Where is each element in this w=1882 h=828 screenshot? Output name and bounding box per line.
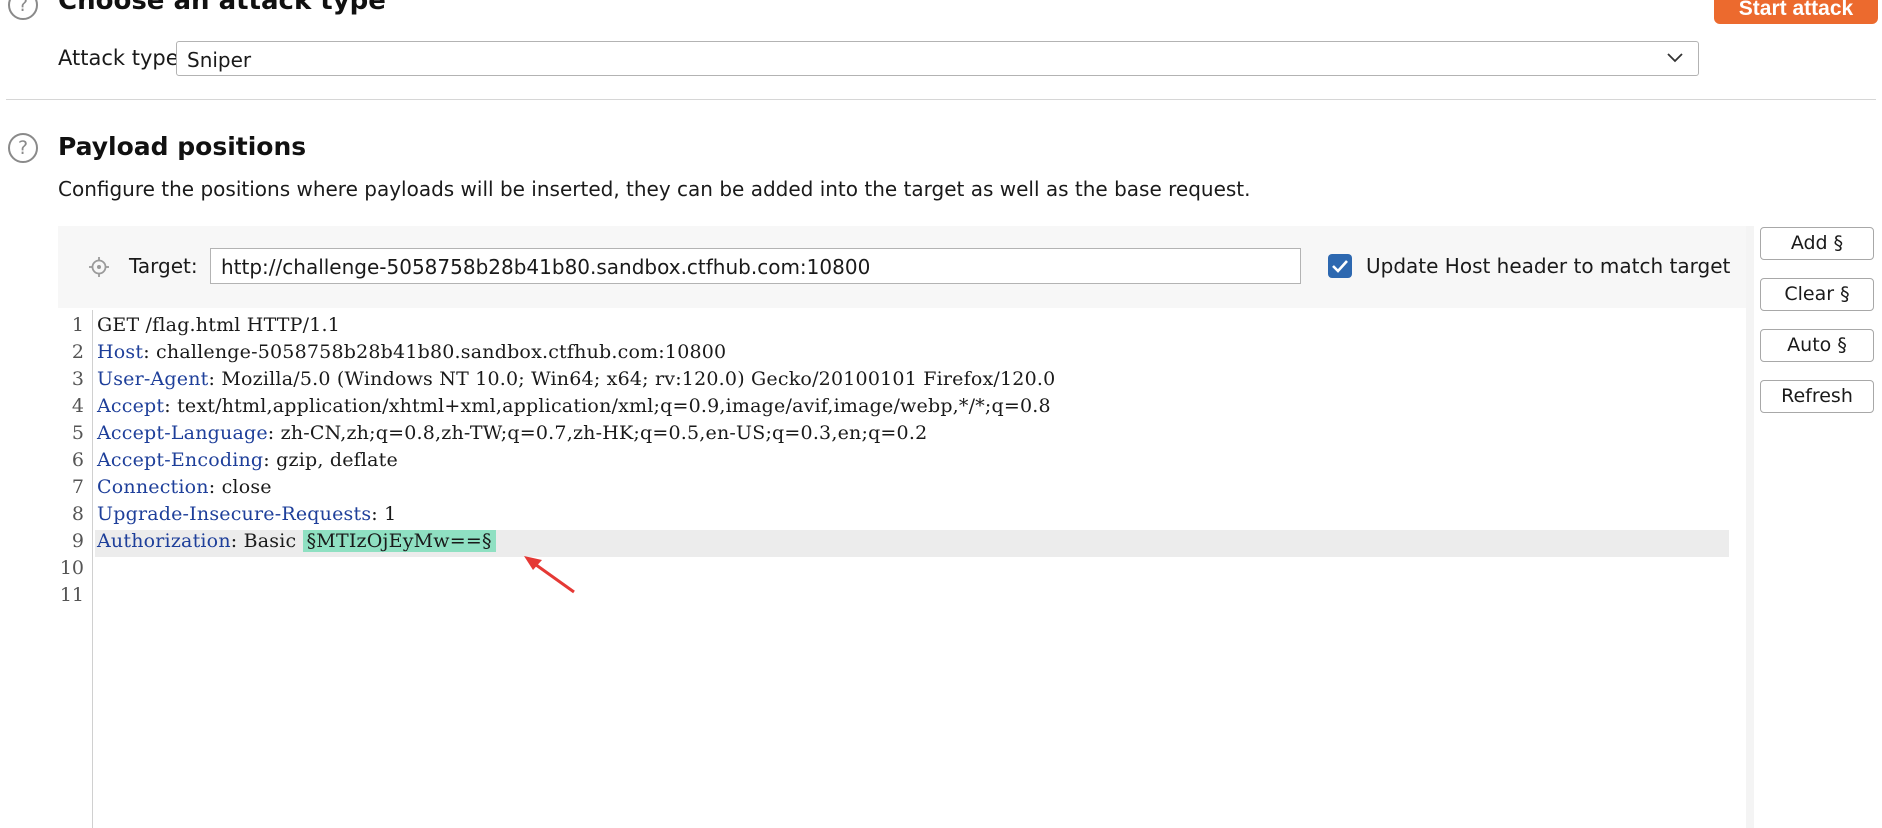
- auto-markers-button[interactable]: Auto §: [1760, 329, 1874, 362]
- line-number: 1: [71, 314, 84, 336]
- payload-positions-description: Configure the positions where payloads w…: [58, 177, 1251, 201]
- update-host-label: Update Host header to match target: [1366, 254, 1731, 278]
- header-line-accept: Accept: text/html,application/xhtml+xml,…: [97, 395, 1051, 417]
- header-key: User-Agent: [97, 368, 209, 390]
- update-host-checkbox[interactable]: [1328, 254, 1352, 278]
- line-number: 6: [71, 449, 84, 471]
- target-input[interactable]: http://challenge-5058758b28b41b80.sandbo…: [210, 248, 1301, 284]
- header-key: Host: [97, 341, 144, 363]
- line-number: 11: [59, 584, 84, 606]
- header-line-accept-language: Accept-Language: zh-CN,zh;q=0.8,zh-TW;q=…: [97, 422, 927, 444]
- line-number: 4: [71, 395, 84, 417]
- header-line-accept-encoding: Accept-Encoding: gzip, deflate: [97, 449, 398, 471]
- help-icon[interactable]: ?: [8, 133, 38, 163]
- header-line-upgrade-insecure-requests: Upgrade-Insecure-Requests: 1: [97, 503, 396, 525]
- target-url-value: http://challenge-5058758b28b41b80.sandbo…: [221, 255, 871, 279]
- header-line-host: Host: challenge-5058758b28b41b80.sandbox…: [97, 341, 726, 363]
- add-marker-button[interactable]: Add §: [1760, 227, 1874, 260]
- header-line-user-agent: User-Agent: Mozilla/5.0 (Windows NT 10.0…: [97, 368, 1055, 390]
- header-value: : text/html,application/xhtml+xml,applic…: [164, 395, 1051, 417]
- header-key: Accept: [97, 395, 165, 417]
- section-title-payload-positions: Payload positions: [58, 132, 307, 161]
- header-key: Authorization: [97, 530, 231, 552]
- header-key: Upgrade-Insecure-Requests: [97, 503, 372, 525]
- header-value: : gzip, deflate: [263, 449, 398, 471]
- header-key: Accept-Language: [97, 422, 268, 444]
- header-value: : Basic: [230, 530, 303, 552]
- header-value: : 1: [371, 503, 397, 525]
- header-key: Connection: [97, 476, 209, 498]
- request-line: GET /flag.html HTTP/1.1: [97, 314, 340, 336]
- start-attack-button[interactable]: Start attack: [1714, 0, 1878, 24]
- annotation-arrow-icon: [524, 556, 575, 594]
- checkmark-icon: [1332, 260, 1348, 273]
- line-number-gutter: [92, 310, 93, 828]
- header-key: Accept-Encoding: [97, 449, 264, 471]
- header-value: : Mozilla/5.0 (Windows NT 10.0; Win64; x…: [208, 368, 1056, 390]
- line-number: 3: [71, 368, 84, 390]
- chevron-down-icon: [1667, 53, 1683, 63]
- line-number: 8: [71, 503, 84, 525]
- clear-markers-button[interactable]: Clear §: [1760, 278, 1874, 311]
- header-value: : zh-CN,zh;q=0.8,zh-TW;q=0.7,zh-HK;q=0.5…: [267, 422, 928, 444]
- request-line-value: GET /flag.html HTTP/1.1: [97, 314, 341, 336]
- section-title-attack-type: Choose an attack type: [58, 0, 386, 16]
- crosshair-icon: [89, 257, 109, 277]
- line-number: 10: [59, 557, 84, 579]
- line-number: 5: [71, 422, 84, 444]
- editor-scroll-gutter: [1746, 226, 1754, 828]
- header-line-authorization: Authorization: Basic §MTIzOjEyMw==§: [97, 530, 496, 552]
- line-number: 7: [71, 476, 84, 498]
- line-number: 9: [71, 530, 84, 552]
- help-icon[interactable]: ?: [8, 0, 38, 20]
- attack-type-value: Sniper: [187, 48, 252, 72]
- attack-type-label: Attack type:: [58, 46, 186, 70]
- payload-marker[interactable]: §MTIzOjEyMw==§: [302, 530, 496, 552]
- refresh-button[interactable]: Refresh: [1760, 380, 1874, 413]
- header-value: : close: [208, 476, 272, 498]
- section-divider: [6, 99, 1876, 100]
- target-label: Target:: [129, 254, 198, 278]
- header-line-connection: Connection: close: [97, 476, 272, 498]
- attack-type-select[interactable]: Sniper: [176, 41, 1699, 76]
- header-value: : challenge-5058758b28b41b80.sandbox.ctf…: [143, 341, 727, 363]
- line-number: 2: [71, 341, 84, 363]
